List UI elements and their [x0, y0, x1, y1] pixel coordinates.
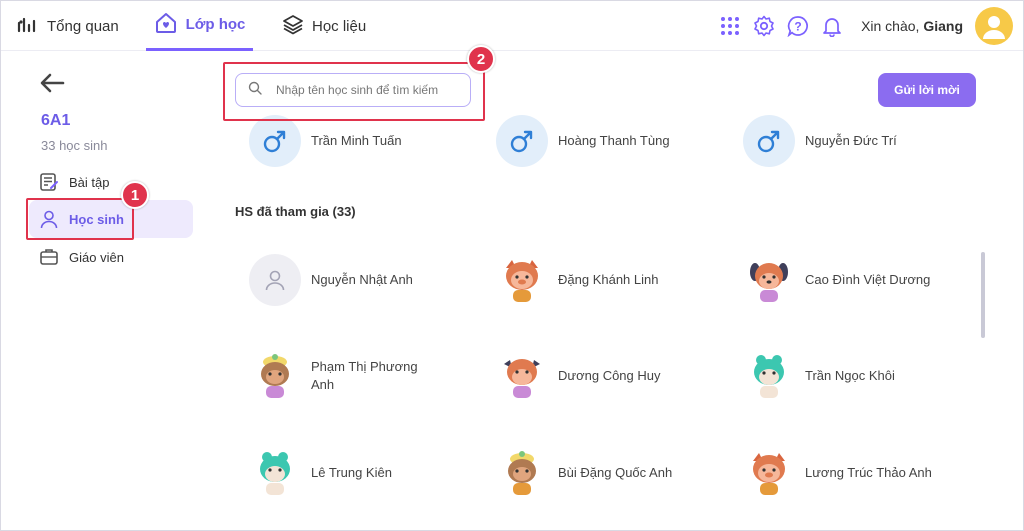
top-right-tools: ? Xin chào, Giang [719, 1, 1013, 51]
bird-avatar-icon [496, 447, 548, 499]
male-icon [743, 115, 795, 167]
student-card[interactable]: Hoàng Thanh Tùng [496, 115, 688, 167]
male-icon [496, 115, 548, 167]
invite-button[interactable]: Gửi lời mời [878, 73, 976, 107]
student-card[interactable]: Lê Trung Kiên [249, 447, 441, 499]
student-name: Phạm Thị Phương Anh [311, 359, 418, 392]
nav-material-label: Học liệu [312, 17, 367, 35]
student-name: Trần Minh Tuấn [311, 133, 402, 148]
class-name: 6A1 [41, 112, 71, 129]
bell-icon[interactable] [821, 15, 843, 37]
callout-badge-2: 2 [467, 45, 495, 73]
sidebar: 6A1 33 học sinh Bài tập Học sinh Giáo vi… [1, 52, 201, 530]
layers-icon [282, 13, 304, 39]
nav-overview[interactable]: Tổng quan [17, 1, 119, 51]
student-card[interactable]: Bùi Đặng Quốc Anh [496, 447, 688, 499]
class-student-count: 33 học sinh [41, 138, 108, 153]
joined-students-title: HS đã tham gia (33) [235, 204, 356, 219]
greeting: Xin chào, Giang [861, 18, 963, 34]
user-avatar[interactable] [975, 7, 1013, 45]
nav-class[interactable]: Lớp học [146, 1, 253, 51]
gear-icon[interactable] [753, 15, 775, 37]
student-name: Bùi Đặng Quốc Anh [558, 465, 673, 480]
student-name: Hoàng Thanh Tùng [558, 133, 670, 148]
dog-avatar-icon [743, 254, 795, 306]
top-navbar: Tổng quan Lớp học Học liệu ? Xin chào, G… [1, 1, 1023, 51]
callout-box-search [223, 62, 485, 121]
frog-avatar-icon [743, 350, 795, 402]
nav-material[interactable]: Học liệu [282, 1, 366, 51]
heart-house-icon [154, 11, 178, 39]
greeting-prefix: Xin chào, [861, 18, 920, 34]
main-content: Gửi lời mời Trần Minh Tuấn Hoàng Thanh T… [201, 52, 1023, 530]
svg-text:?: ? [794, 20, 801, 34]
student-name: Lương Trúc Thảo Anh [805, 465, 932, 480]
help-icon[interactable]: ? [787, 15, 809, 37]
nav-class-label: Lớp học [185, 16, 246, 33]
nav-overview-label: Tổng quan [47, 17, 119, 35]
briefcase-icon [39, 247, 59, 267]
callout-badge-1: 1 [121, 181, 149, 209]
student-name: Lê Trung Kiên [311, 465, 392, 480]
frog-avatar-icon [249, 447, 301, 499]
sidebar-item-label: Giáo viên [69, 249, 124, 265]
student-card[interactable]: Nguyễn Nhật Anh [249, 254, 441, 306]
assignment-icon [39, 172, 59, 192]
student-name: Nguyễn Nhật Anh [311, 272, 413, 287]
student-card[interactable]: Phạm Thị Phương Anh [249, 350, 441, 402]
apps-grid-icon[interactable] [719, 15, 741, 37]
chart-icon [17, 15, 39, 37]
student-name: Trần Ngọc Khôi [805, 368, 895, 383]
male-icon [249, 115, 301, 167]
bird-avatar-icon [249, 350, 301, 402]
student-card[interactable]: Cao Đình Việt Dương [743, 254, 935, 306]
student-card[interactable]: Lương Trúc Thảo Anh [743, 447, 935, 499]
vertical-scrollbar[interactable] [981, 252, 985, 338]
sidebar-item-label: Bài tập [69, 174, 110, 190]
sidebar-item-assignments[interactable]: Bài tập [29, 163, 193, 201]
student-name: Đặng Khánh Linh [558, 272, 659, 287]
bull-avatar-icon [496, 350, 548, 402]
student-name: Dương Công Huy [558, 368, 661, 383]
student-card[interactable]: Trần Ngọc Khôi [743, 350, 935, 402]
student-card[interactable]: Đặng Khánh Linh [496, 254, 688, 306]
app-window: Tổng quan Lớp học Học liệu ? Xin chào, G… [0, 0, 1024, 531]
user-name: Giang [923, 18, 963, 34]
pig-avatar-icon [743, 447, 795, 499]
callout-box-students [26, 198, 134, 240]
student-card[interactable]: Dương Công Huy [496, 350, 688, 402]
student-name: Cao Đình Việt Dương [805, 272, 931, 287]
student-name: Nguyễn Đức Trí [805, 133, 897, 148]
back-arrow-icon[interactable] [39, 72, 65, 94]
sidebar-item-teachers[interactable]: Giáo viên [29, 238, 193, 276]
pig-avatar-icon [496, 254, 548, 306]
default-user-avatar-icon [249, 254, 301, 306]
student-card[interactable]: Nguyễn Đức Trí [743, 115, 935, 167]
student-card[interactable]: Trần Minh Tuấn [249, 115, 441, 167]
